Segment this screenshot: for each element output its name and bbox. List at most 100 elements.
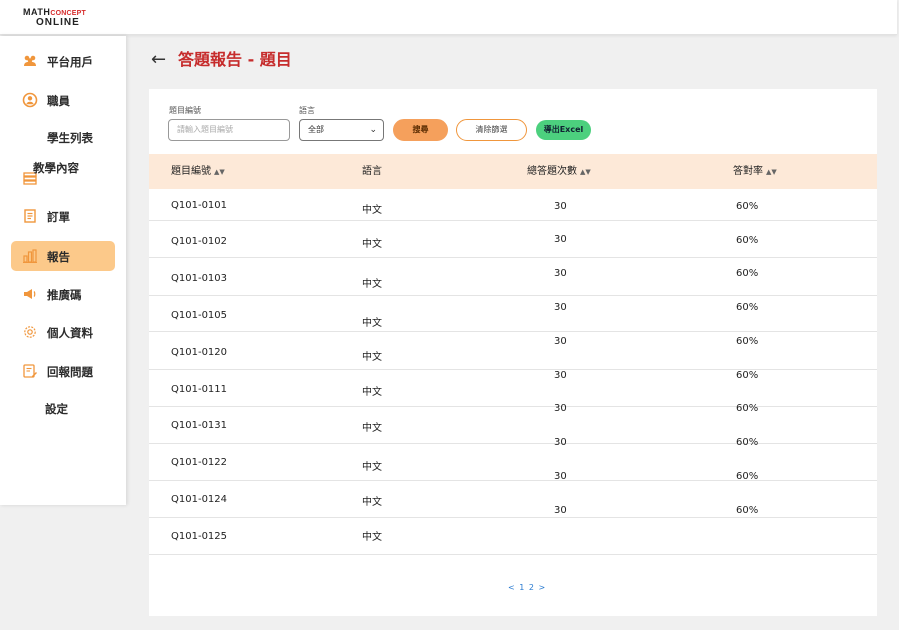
cell-question-id: Q101-0103 <box>171 273 228 284</box>
pagination[interactable]: < 1 2 > <box>508 583 546 592</box>
cell-correct-rate: 60% <box>736 471 759 482</box>
cell-language: 中文 <box>362 462 382 473</box>
row-divider <box>149 517 877 518</box>
cell-total-attempts: 30 <box>554 302 567 313</box>
export-excel-button[interactable]: 導出Excel <box>536 120 591 140</box>
cell-language: 中文 <box>362 497 382 508</box>
search-button[interactable]: 搜尋 <box>393 119 448 141</box>
column-header-correct-rate[interactable]: 答對率 ▲▼ <box>733 154 777 189</box>
sort-icon[interactable]: ▲▼ <box>580 168 591 176</box>
row-divider <box>149 369 877 370</box>
logo-text-concept: CONCEPT <box>50 10 86 17</box>
sidebar-item-label: 推廣碼 <box>47 288 82 302</box>
back-arrow-icon[interactable]: ← <box>151 50 166 70</box>
sidebar-item-student-list[interactable]: 學生列表 <box>47 130 93 146</box>
logo-text-math: MATH <box>23 7 51 17</box>
row-divider <box>149 331 877 332</box>
table-header: 題目編號 ▲▼ 語言 總答題次數 ▲▼ 答對率 ▲▼ <box>149 154 877 189</box>
cell-correct-rate: 60% <box>736 336 759 347</box>
cell-question-id: Q101-0131 <box>171 420 228 431</box>
chevron-down-icon: ⌄ <box>369 125 377 135</box>
sidebar-item-label: 回報問題 <box>47 365 93 379</box>
cell-question-id: Q101-0105 <box>171 310 228 321</box>
row-divider <box>149 295 877 296</box>
cell-correct-rate: 60% <box>736 268 759 279</box>
cell-total-attempts: 30 <box>554 201 567 212</box>
sidebar-item-platform-users[interactable]: 平台用戶 <box>11 46 115 76</box>
sidebar-item-teaching-content[interactable]: 教學內容 <box>11 160 115 190</box>
cell-language: 中文 <box>362 387 382 398</box>
sidebar-item-report-issue[interactable]: 回報問題 <box>11 356 115 386</box>
cell-total-attempts: 30 <box>554 505 567 516</box>
cell-correct-rate: 60% <box>736 370 759 381</box>
cell-question-id: Q101-0101 <box>171 200 228 211</box>
row-divider <box>149 220 877 221</box>
user-circle-icon <box>22 92 38 108</box>
sidebar-item-profile[interactable]: 個人資料 <box>11 317 115 347</box>
sidebar-item-label: 個人資料 <box>47 326 93 340</box>
sidebar-item-staff[interactable]: 職員 <box>11 85 115 115</box>
cell-question-id: Q101-0111 <box>171 384 228 395</box>
sidebar-item-label: 平台用戶 <box>47 55 93 69</box>
cell-question-id: Q101-0122 <box>171 457 228 468</box>
sidebar: 平台用戶 職員 學生列表 教學內容 › 訂單 報告 推廣碼 個人資料 回報問題 … <box>0 36 126 505</box>
report-panel: 題目編號 請輸入題目編號 語言 全部 ⌄ 搜尋 清除篩選 導出Excel 題目編… <box>149 89 877 616</box>
cell-total-attempts: 30 <box>554 437 567 448</box>
cell-correct-rate: 60% <box>736 201 759 212</box>
report-edit-icon <box>22 363 38 379</box>
cell-total-attempts: 30 <box>554 403 567 414</box>
page-title: 答題報告 - 題目 <box>178 50 292 69</box>
sidebar-item-reports[interactable]: 報告 <box>11 241 115 271</box>
row-divider <box>149 406 877 407</box>
cell-question-id: Q101-0125 <box>171 531 228 542</box>
sort-icon[interactable]: ▲▼ <box>214 168 225 176</box>
clear-filters-button[interactable]: 清除篩選 <box>456 119 527 141</box>
gear-icon <box>22 324 38 340</box>
cell-total-attempts: 30 <box>554 370 567 381</box>
cell-question-id: Q101-0120 <box>171 347 228 358</box>
row-divider <box>149 554 877 555</box>
cell-question-id: Q101-0124 <box>171 494 228 505</box>
sidebar-item-label: 職員 <box>47 94 70 108</box>
app-logo[interactable]: MATHCONCEPT ONLINE <box>23 8 86 28</box>
cell-correct-rate: 60% <box>736 235 759 246</box>
sidebar-item-settings[interactable]: 設定 <box>45 401 68 417</box>
sort-icon[interactable]: ▲▼ <box>766 168 777 176</box>
sidebar-item-label: 訂單 <box>47 210 70 224</box>
logo-text-online: ONLINE <box>36 17 80 28</box>
column-header-question-id[interactable]: 題目編號 ▲▼ <box>171 154 225 189</box>
sidebar-item-label: 教學內容 <box>33 161 79 175</box>
column-header-total-attempts[interactable]: 總答題次數 ▲▼ <box>527 154 591 189</box>
column-header-language: 語言 <box>362 166 382 177</box>
sidebar-item-orders[interactable]: 訂單 <box>11 201 115 231</box>
cell-correct-rate: 60% <box>736 505 759 516</box>
megaphone-icon <box>22 286 38 302</box>
cell-language: 中文 <box>362 423 382 434</box>
cell-language: 中文 <box>362 532 382 543</box>
language-select[interactable]: 全部 ⌄ <box>299 119 384 141</box>
cell-language: 中文 <box>362 318 382 329</box>
cell-total-attempts: 30 <box>554 234 567 245</box>
row-divider <box>149 480 877 481</box>
cell-question-id: Q101-0102 <box>171 236 228 247</box>
question-id-input[interactable]: 請輸入題目編號 <box>168 119 290 141</box>
cell-language: 中文 <box>362 279 382 290</box>
bar-chart-icon <box>22 248 38 264</box>
cell-correct-rate: 60% <box>736 437 759 448</box>
sidebar-item-label: 報告 <box>47 250 70 264</box>
language-label: 語言 <box>299 106 315 115</box>
row-divider <box>149 443 877 444</box>
question-id-label: 題目編號 <box>169 106 201 115</box>
cell-correct-rate: 60% <box>736 302 759 313</box>
users-icon <box>22 53 38 69</box>
cell-language: 中文 <box>362 352 382 363</box>
top-bar: MATHCONCEPT ONLINE <box>0 0 897 35</box>
cell-language: 中文 <box>362 239 382 250</box>
sidebar-item-promo-code[interactable]: 推廣碼 <box>11 279 115 309</box>
cell-total-attempts: 30 <box>554 268 567 279</box>
cell-total-attempts: 30 <box>554 471 567 482</box>
row-divider <box>149 257 877 258</box>
receipt-icon <box>22 208 38 224</box>
language-select-value: 全部 <box>308 125 324 134</box>
cell-language: 中文 <box>362 205 382 216</box>
